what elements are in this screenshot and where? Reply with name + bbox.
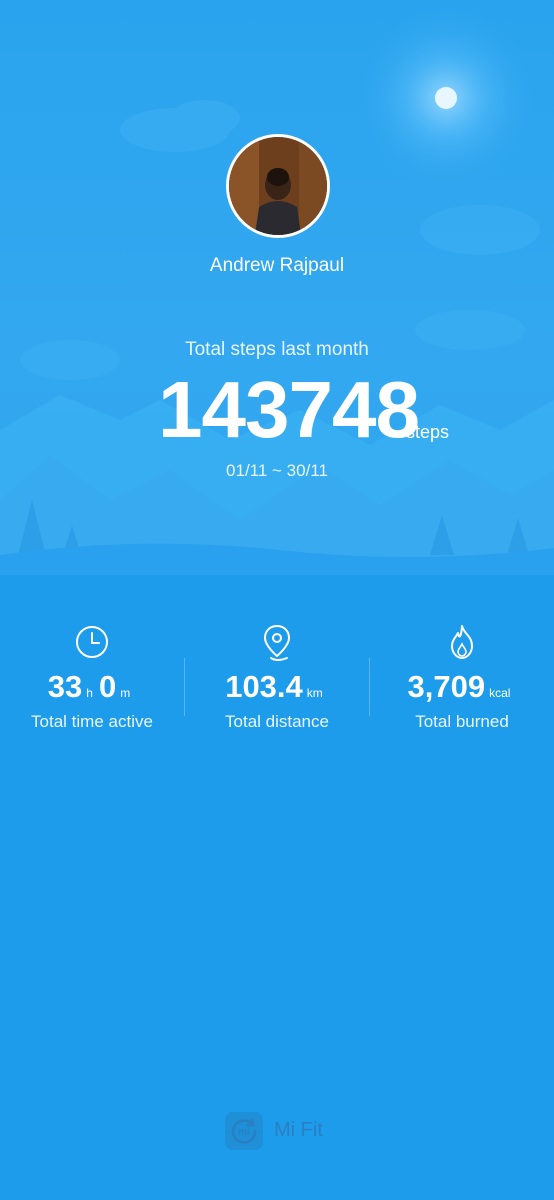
calories-value: 3,709 [407, 669, 486, 704]
distance-unit: km [306, 686, 323, 700]
distance-label: Total distance [225, 712, 329, 731]
time-active-label: Total time active [31, 712, 153, 731]
time-minutes-value: 0 [98, 669, 117, 704]
profile-name: Andrew Rajpaul [209, 255, 345, 276]
calories-label: Total burned [415, 712, 509, 731]
mi-logo-text: mi [238, 1127, 250, 1138]
distance-value: 103.4 [225, 669, 303, 704]
location-pin-icon [263, 624, 291, 661]
time-hours-unit: h [86, 686, 93, 700]
sun-icon [435, 87, 457, 109]
stat-calories: 3,709 kcal Total burned [370, 620, 554, 732]
steps-value: 143748 [158, 365, 420, 454]
time-hours-value: 33 [47, 669, 83, 704]
mi-fit-logo-icon: mi [225, 1112, 263, 1150]
steps-label: Total steps last month [185, 339, 369, 360]
steps-total: 143748 steps [0, 360, 554, 460]
landscape-illustration [0, 8, 554, 575]
date-range: 01/11 ~ 30/11 [226, 461, 328, 480]
brand-name: Mi Fit [274, 1119, 323, 1141]
mi-fit-branding: mi Mi Fit [0, 1112, 554, 1152]
clock-icon [76, 626, 108, 658]
avatar-photo [229, 137, 327, 235]
stat-distance: 103.4 km Total distance [185, 620, 369, 732]
time-minutes-unit: m [120, 686, 131, 700]
calories-unit: kcal [489, 686, 511, 700]
refresh-ring-icon: mi [231, 1118, 257, 1144]
steps-unit: steps [406, 422, 450, 442]
flame-icon [451, 625, 473, 659]
stat-time-active: 33 h 0 m Total time active [0, 620, 184, 732]
hero-banner: Andrew Rajpaul Total steps last month 14… [0, 0, 554, 575]
avatar[interactable] [226, 134, 330, 238]
